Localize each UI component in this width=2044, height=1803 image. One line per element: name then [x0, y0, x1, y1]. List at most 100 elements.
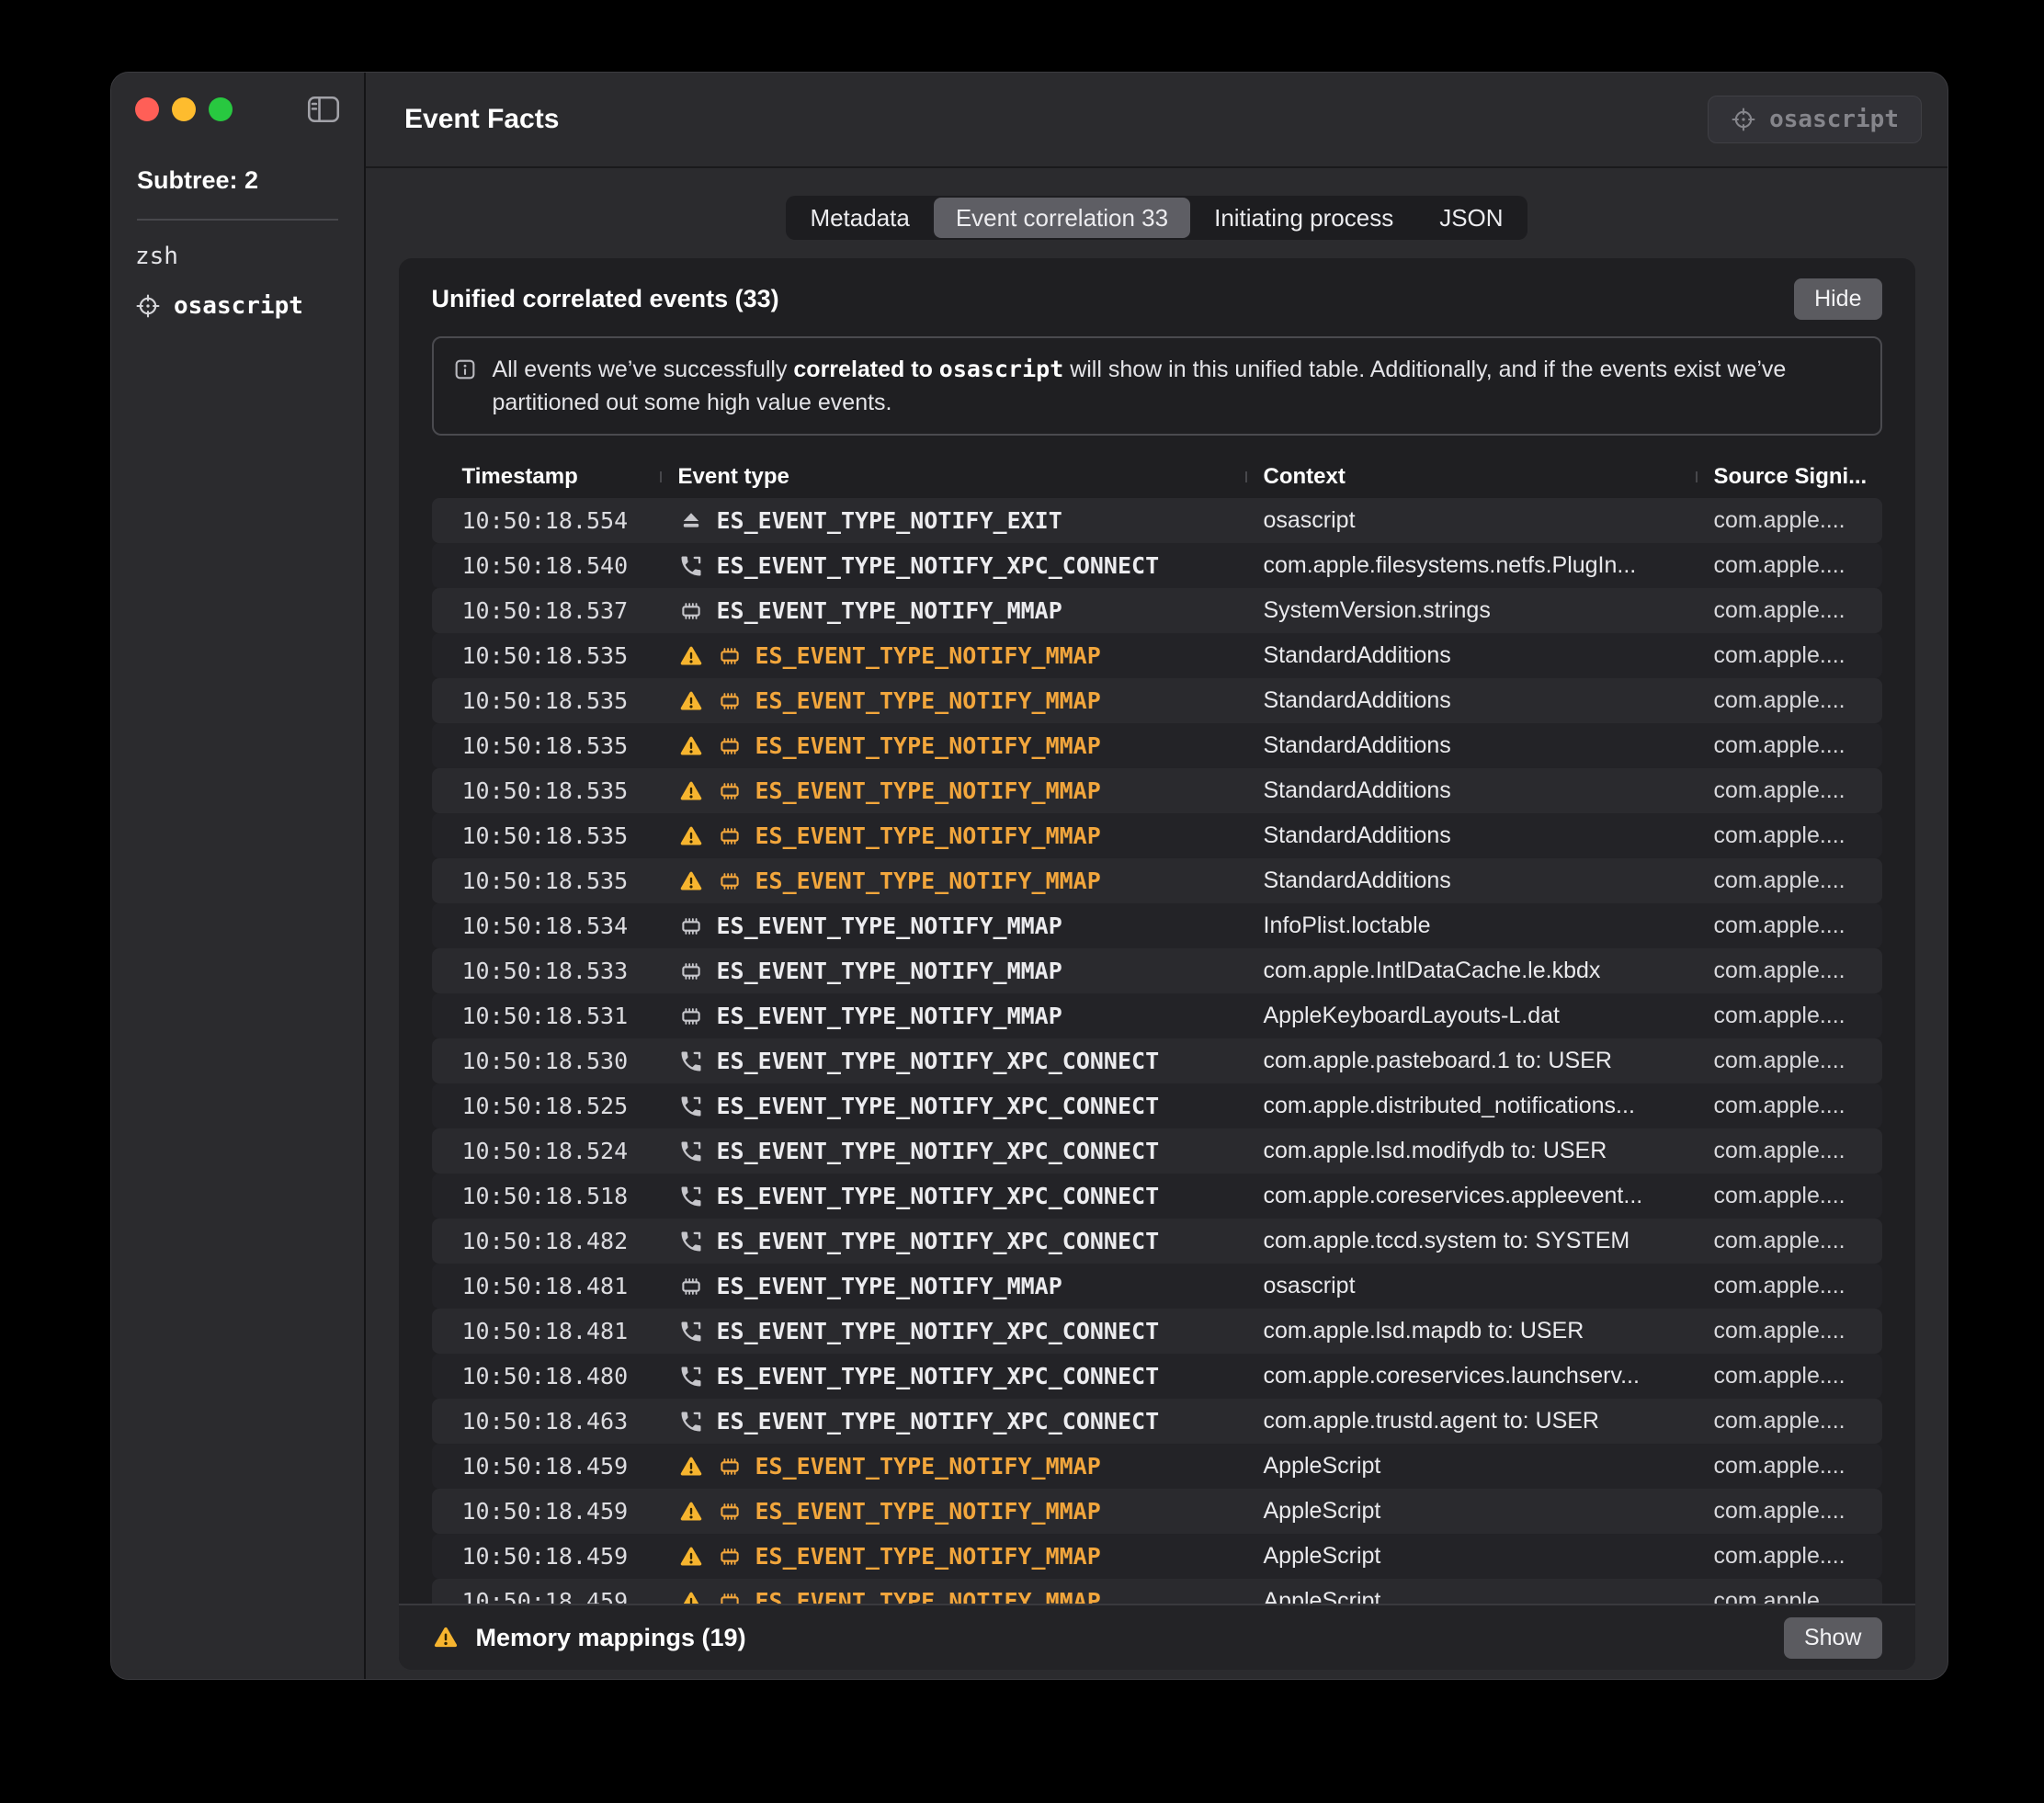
event-row[interactable]: 10:50:18.459 — [432, 1579, 1882, 1604]
event-source: com.apple.... — [1696, 958, 1882, 984]
event-timestamp: 10:50:18.459 — [432, 1543, 660, 1570]
event-timestamp: 10:50:18.534 — [432, 913, 660, 939]
event-context: StandardAdditions — [1245, 732, 1696, 759]
event-row[interactable]: 10:50:18.459 — [432, 1489, 1882, 1534]
column-header-source-signing-id[interactable]: Source Signi... — [1696, 464, 1882, 490]
event-context: com.apple.coreservices.launchserv... — [1245, 1363, 1696, 1389]
event-source: com.apple.... — [1696, 1048, 1882, 1074]
event-row[interactable]: 10:50:18.481 — [432, 1309, 1882, 1354]
event-row[interactable]: 10:50:18.459 — [432, 1534, 1882, 1579]
event-type-cell: ES_EVENT_TYPE_NOTIFY_XPC_CONNECT — [660, 1093, 1245, 1119]
event-type: ES_EVENT_TYPE_NOTIFY_MMAP — [717, 1273, 1062, 1299]
event-source: com.apple.... — [1696, 1588, 1882, 1604]
event-source: com.apple.... — [1696, 777, 1882, 804]
event-row[interactable]: 10:50:18.537 — [432, 588, 1882, 633]
event-source: com.apple.... — [1696, 552, 1882, 579]
tab-json[interactable]: JSON — [1417, 198, 1525, 238]
event-row[interactable]: 10:50:18.463 — [432, 1399, 1882, 1444]
event-type-cell: ES_EVENT_TYPE_NOTIFY_MMAP — [660, 732, 1245, 759]
event-context: com.apple.lsd.modifydb to: USER — [1245, 1138, 1696, 1164]
minimize-window-button[interactable] — [172, 97, 196, 121]
event-row[interactable]: 10:50:18.540 — [432, 543, 1882, 588]
event-type: ES_EVENT_TYPE_NOTIFY_MMAP — [717, 913, 1062, 939]
event-context: com.apple.pasteboard.1 to: USER — [1245, 1048, 1696, 1074]
column-header-event-type[interactable]: Event type — [660, 464, 1245, 490]
event-source: com.apple.... — [1696, 1003, 1882, 1029]
column-header-context[interactable]: Context — [1245, 464, 1696, 490]
event-context: AppleScript — [1245, 1543, 1696, 1570]
event-table-rows: 10:50:18.554 — [432, 498, 1882, 1604]
event-type-cell: ES_EVENT_TYPE_NOTIFY_MMAP — [660, 1588, 1245, 1604]
tab-event-correlation[interactable]: Event correlation 33 — [934, 198, 1190, 238]
crosshair-icon — [1731, 107, 1756, 132]
event-timestamp: 10:50:18.481 — [432, 1318, 660, 1344]
event-row[interactable]: 10:50:18.518 — [432, 1174, 1882, 1219]
warning-icon — [678, 778, 704, 804]
event-row[interactable]: 10:50:18.535 — [432, 678, 1882, 723]
event-row[interactable]: 10:50:18.535 — [432, 813, 1882, 858]
event-row[interactable]: 10:50:18.535 — [432, 723, 1882, 768]
memory-chip-icon — [717, 1454, 743, 1480]
event-type: ES_EVENT_TYPE_NOTIFY_MMAP — [755, 687, 1101, 714]
event-type-cell: ES_EVENT_TYPE_NOTIFY_XPC_CONNECT — [660, 1183, 1245, 1209]
warning-icon — [678, 688, 704, 714]
event-type: ES_EVENT_TYPE_NOTIFY_XPC_CONNECT — [717, 552, 1160, 579]
event-type-cell: ES_EVENT_TYPE_NOTIFY_MMAP — [660, 642, 1245, 669]
process-badge-button[interactable]: osascript — [1708, 96, 1922, 143]
tab-metadata[interactable]: Metadata — [788, 198, 931, 238]
phone-arrow-icon — [678, 1049, 704, 1074]
event-type-cell: ES_EVENT_TYPE_NOTIFY_MMAP — [660, 1543, 1245, 1570]
event-row[interactable]: 10:50:18.533 — [432, 948, 1882, 993]
phone-arrow-icon — [678, 553, 704, 579]
event-type-cell: ES_EVENT_TYPE_NOTIFY_MMAP — [660, 822, 1245, 849]
event-row[interactable]: 10:50:18.459 — [432, 1444, 1882, 1489]
memory-chip-icon — [717, 1544, 743, 1570]
sidebar-item-zsh[interactable]: zsh — [135, 243, 340, 270]
event-row[interactable]: 10:50:18.534 — [432, 903, 1882, 948]
event-type-cell: ES_EVENT_TYPE_NOTIFY_XPC_CONNECT — [660, 1318, 1245, 1344]
eject-icon — [678, 508, 704, 534]
tab-initiating-process[interactable]: Initiating process — [1192, 198, 1415, 238]
zoom-window-button[interactable] — [209, 97, 233, 121]
close-window-button[interactable] — [135, 97, 159, 121]
memory-chip-icon — [717, 733, 743, 759]
event-timestamp: 10:50:18.459 — [432, 1453, 660, 1480]
memory-mappings-label: Memory mappings (19) — [476, 1624, 746, 1652]
event-row[interactable]: 10:50:18.525 — [432, 1083, 1882, 1128]
event-timestamp: 10:50:18.524 — [432, 1138, 660, 1164]
phone-arrow-icon — [678, 1184, 704, 1209]
event-timestamp: 10:50:18.463 — [432, 1408, 660, 1434]
event-context: StandardAdditions — [1245, 867, 1696, 894]
main-header: Event Facts osascript — [366, 73, 1947, 168]
event-source: com.apple.... — [1696, 1363, 1882, 1389]
event-source: com.apple.... — [1696, 1498, 1882, 1525]
event-type: ES_EVENT_TYPE_NOTIFY_XPC_CONNECT — [717, 1048, 1160, 1074]
event-row[interactable]: 10:50:18.481 — [432, 1264, 1882, 1309]
event-type-cell: ES_EVENT_TYPE_NOTIFY_XPC_CONNECT — [660, 1048, 1245, 1074]
phone-arrow-icon — [678, 1139, 704, 1164]
event-context: AppleScript — [1245, 1588, 1696, 1604]
event-row[interactable]: 10:50:18.535 — [432, 768, 1882, 813]
memory-mappings-group: Memory mappings (19) — [432, 1624, 746, 1652]
event-source: com.apple.... — [1696, 732, 1882, 759]
warning-icon — [678, 1499, 704, 1525]
event-row[interactable]: 10:50:18.530 — [432, 1038, 1882, 1083]
event-row[interactable]: 10:50:18.554 — [432, 498, 1882, 543]
show-button[interactable]: Show — [1784, 1617, 1882, 1659]
event-row[interactable]: 10:50:18.482 — [432, 1219, 1882, 1264]
sidebar-toggle-icon[interactable] — [307, 96, 340, 123]
warning-icon — [678, 823, 704, 849]
column-header-timestamp[interactable]: Timestamp — [432, 464, 660, 490]
event-row[interactable]: 10:50:18.535 — [432, 633, 1882, 678]
phone-arrow-icon — [678, 1094, 704, 1119]
event-row[interactable]: 10:50:18.524 — [432, 1128, 1882, 1174]
event-source: com.apple.... — [1696, 1408, 1882, 1434]
event-row[interactable]: 10:50:18.535 — [432, 858, 1882, 903]
phone-arrow-icon — [678, 1364, 704, 1389]
process-badge-label: osascript — [1769, 106, 1899, 133]
event-row[interactable]: 10:50:18.531 — [432, 993, 1882, 1038]
event-row[interactable]: 10:50:18.480 — [432, 1354, 1882, 1399]
sidebar-item-osascript[interactable]: osascript — [135, 292, 340, 320]
hide-button[interactable]: Hide — [1794, 278, 1881, 320]
subtree-label: Subtree: 2 — [137, 166, 338, 195]
